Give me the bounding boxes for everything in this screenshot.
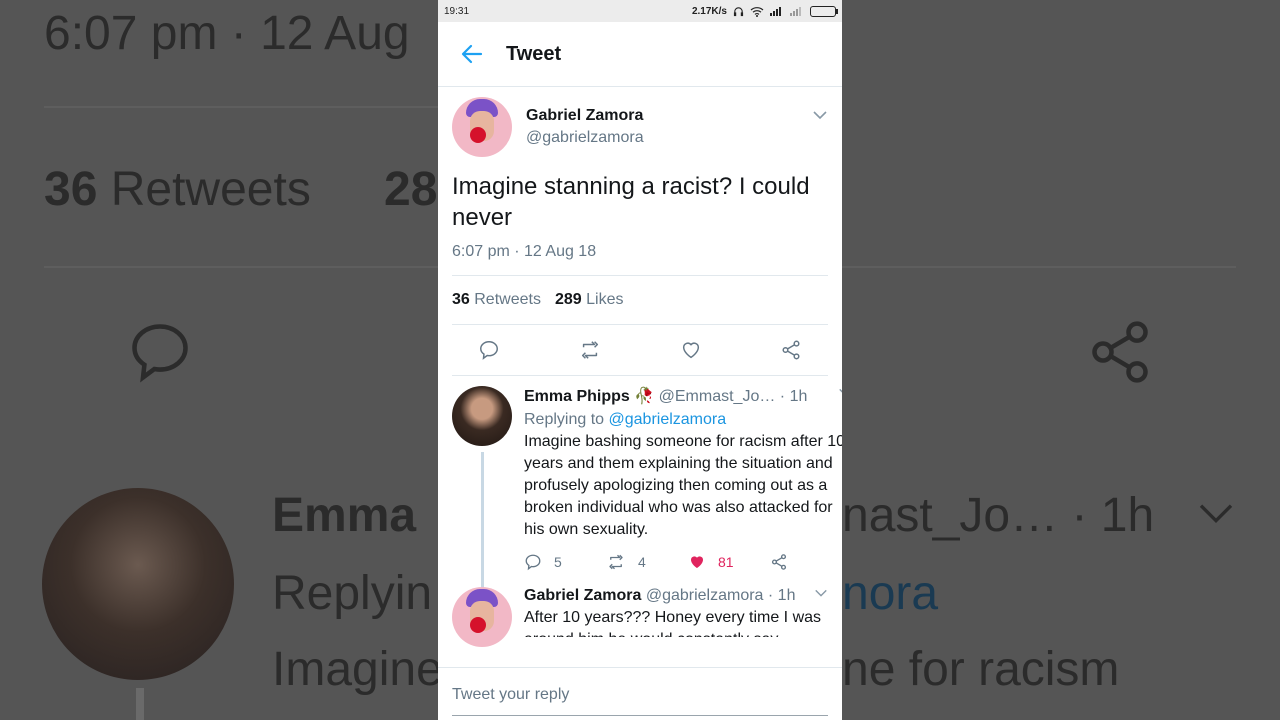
reply-text-cut: around him he would constantly say: [524, 629, 828, 637]
avatar[interactable]: [452, 97, 512, 157]
bg-divider: [842, 266, 1236, 268]
reply-body: Emma Phipps 🥀 @Emmast_Jo… · 1h Replying …: [524, 386, 842, 571]
reply-tweet[interactable]: Emma Phipps 🥀 @Emmast_Jo… · 1h Replying …: [452, 376, 842, 600]
reply-retweet-button[interactable]: 4: [606, 553, 688, 571]
reply-actions: 5 4 81: [524, 553, 842, 571]
likes-count: 289: [554, 291, 582, 308]
avatar-rose: [470, 127, 486, 143]
avatar[interactable]: [452, 587, 512, 647]
replying-prefix: Replying to: [524, 411, 605, 428]
bg-thread-line: [136, 688, 144, 720]
bg-divider: [44, 266, 438, 268]
back-button[interactable]: [438, 42, 506, 66]
bg-retweets: 36 Retweets: [44, 163, 311, 216]
likes-label: Likes: [586, 291, 624, 308]
bg-avatar: [42, 488, 234, 680]
reply-body: Gabriel Zamora @gabrielzamora · 1h After…: [524, 587, 828, 647]
author-name[interactable]: Gabriel Zamora: [526, 107, 644, 125]
reply-like-button[interactable]: 81: [688, 553, 770, 571]
reply-tweet[interactable]: Gabriel Zamora @gabrielzamora · 1h After…: [452, 587, 828, 647]
reply-header: Emma Phipps 🥀 @Emmast_Jo… · 1h: [524, 386, 842, 406]
retweet-count: 4: [638, 554, 646, 570]
tweet-detail: Gabriel Zamora @gabrielzamora Imagine st…: [438, 87, 842, 647]
reply-avatar-col: [452, 587, 512, 647]
bg-text-left: Imagine: [272, 643, 443, 696]
retweet-icon[interactable]: [578, 339, 602, 361]
retweets-count: 36: [452, 291, 470, 308]
wifi-icon: [750, 6, 764, 17]
tweet-timestamp: 6:07 pm · 12 Aug 18: [452, 243, 828, 276]
author-text: Gabriel Zamora @gabrielzamora: [526, 107, 644, 147]
thread-line: [481, 452, 484, 600]
reply-input[interactable]: Tweet your reply: [452, 686, 569, 704]
reply-meta: @gabrielzamora · 1h: [645, 587, 796, 604]
chevron-down-icon[interactable]: [812, 109, 828, 121]
replying-to-link[interactable]: @gabrielzamora: [609, 411, 727, 428]
phone-screen: 19:31 2.17K/s Tweet Gabriel Zamora @gabr…: [438, 0, 842, 720]
tweet-stats: 36 Retweets 289 Likes: [452, 276, 828, 325]
retweet-icon: [609, 554, 623, 570]
chevron-down-icon[interactable]: [814, 587, 828, 599]
bg-comment-icon: [132, 324, 188, 383]
status-bar: 19:31 2.17K/s: [438, 0, 842, 22]
reply-count: 5: [554, 554, 562, 570]
app-bar: Tweet: [438, 22, 842, 87]
signal-icon: [770, 7, 781, 16]
replying-to: Replying to @gabrielzamora: [524, 411, 842, 429]
like-count: 81: [718, 554, 734, 570]
status-time: 19:31: [444, 5, 470, 17]
bg-name: Emma: [272, 489, 417, 542]
avatar[interactable]: [452, 386, 512, 446]
rose-emoji: 🥀: [634, 388, 655, 405]
likes-stat[interactable]: 289 Likes: [555, 291, 624, 309]
bg-share-icon: [1092, 321, 1148, 383]
bg-handle: nast_Jo… · 1h: [842, 489, 1155, 542]
share-icon: [771, 554, 787, 570]
reply-composer[interactable]: Tweet your reply: [438, 667, 842, 720]
like-icon[interactable]: [680, 339, 702, 361]
reply-author-name[interactable]: Gabriel Zamora: [524, 587, 641, 604]
input-underline: [452, 715, 828, 716]
status-icons: 2.17K/s: [691, 5, 838, 17]
tweet-actions: [452, 325, 828, 376]
retweets-stat[interactable]: 36 Retweets: [452, 291, 541, 309]
reply-avatar-col: [452, 386, 512, 600]
reply-share-button[interactable]: [770, 553, 842, 571]
avatar-rose: [470, 617, 486, 633]
bg-time: 6:07 pm · 12 Aug: [44, 7, 410, 60]
headphones-icon: [733, 6, 744, 16]
network-speed: 2.17K/s: [691, 5, 727, 17]
reply-header: Gabriel Zamora @gabrielzamora · 1h: [524, 587, 828, 605]
bg-text-right: ne for racism: [842, 643, 1120, 696]
chevron-down-icon[interactable]: [838, 386, 842, 398]
page-title: Tweet: [506, 42, 562, 65]
tweet-text: Imagine stanning a racist? I could never: [452, 173, 810, 231]
reply-icon[interactable]: [478, 339, 500, 361]
bg-chevron-icon: [1199, 504, 1233, 524]
signal2-icon: [790, 7, 801, 16]
reply-reply-button[interactable]: 5: [524, 553, 606, 571]
tweet-author: Gabriel Zamora @gabrielzamora: [452, 97, 828, 157]
bg-likes: 28: [384, 163, 438, 216]
bg-replying-link: nora: [842, 567, 939, 620]
reply-text: After 10 years??? Honey every time I was: [524, 609, 822, 626]
bg-replying: Replyin: [272, 567, 433, 620]
bg-divider: [44, 106, 438, 108]
back-arrow-icon: [461, 44, 483, 64]
reply-icon: [525, 554, 541, 571]
heart-filled-icon: [691, 556, 703, 568]
share-icon[interactable]: [780, 339, 802, 361]
reply-author-name[interactable]: Emma Phipps: [524, 388, 630, 405]
author-handle[interactable]: @gabrielzamora: [526, 129, 644, 147]
retweets-label: Retweets: [474, 291, 541, 308]
battery-icon: [810, 5, 838, 17]
reply-text: Imagine bashing someone for racism after…: [524, 433, 842, 538]
reply-meta: @Emmast_Jo… · 1h: [658, 388, 808, 405]
